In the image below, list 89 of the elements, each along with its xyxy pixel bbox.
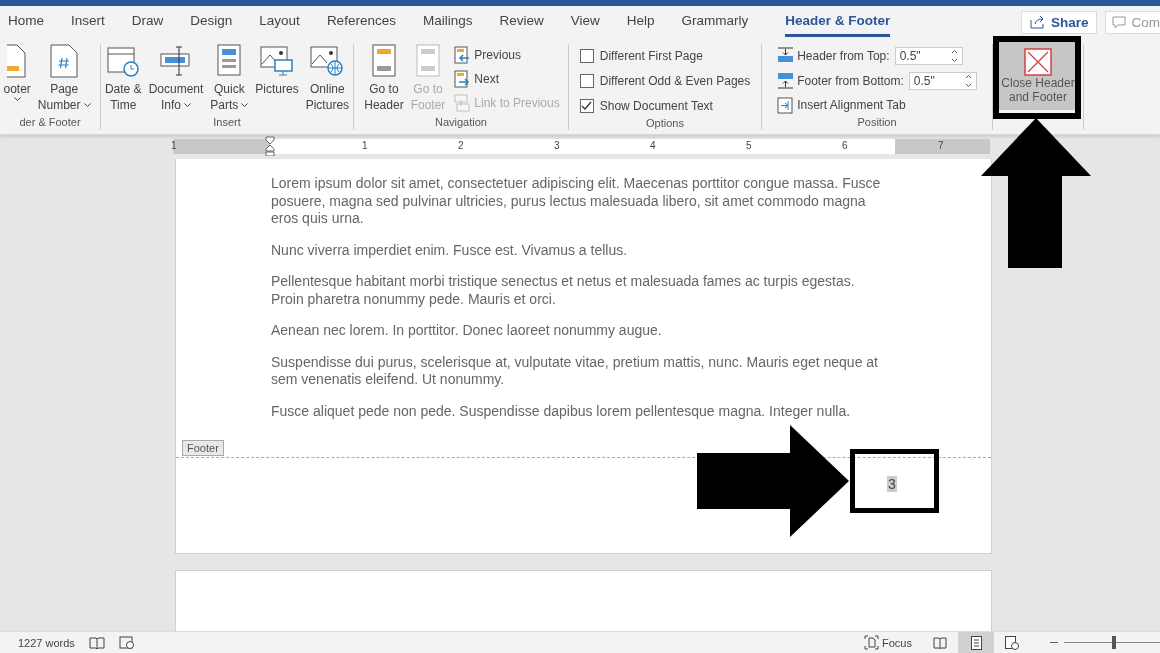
ribbon-tab[interactable]: Mailings: [422, 7, 484, 37]
ruler-number: 6: [842, 140, 848, 151]
ribbon-tab[interactable]: References: [326, 7, 407, 37]
ribbon-button[interactable]: Page Number: [35, 44, 93, 116]
ribbon-button[interactable]: Online Pictures: [303, 44, 352, 116]
picture-globe-icon: [310, 44, 345, 78]
body-paragraph: Pellentesque habitant morbi tristique senectus et netus et malesuada fames ac turpis egestas. Proin pharetra nonummy pede. Mauris et orci.: [271, 273, 856, 308]
ruler-number: 1: [362, 140, 368, 151]
share-icon: [1029, 15, 1046, 29]
body-paragraph: Suspendisse dui purus, scelerisque at, vulputate vitae, pretium mattis, nunc. Mauris eget neque at sem venenatis eleifend. Ut nonummy.: [271, 353, 879, 389]
spin-arrows-icon: [964, 73, 972, 88]
ribbon-button[interactable]: Next: [454, 68, 560, 90]
ribbon-button[interactable]: Previous: [454, 44, 560, 66]
checkbox[interactable]: Different Odd & Even Pages: [579, 69, 751, 92]
group-label: Position: [857, 116, 897, 130]
spin-arrows-icon: [950, 48, 958, 63]
web-page-icon: [1005, 635, 1019, 650]
ribbon-button[interactable]: Quick Parts: [208, 44, 251, 116]
page-section-icon: [371, 44, 396, 78]
picture-monitor-icon: [260, 44, 294, 78]
ribbon-button[interactable]: Document Info: [146, 44, 206, 116]
group-label: der & Footer: [19, 116, 81, 130]
body-paragraph: Lorem ipsum dolor sit amet, consectetuer adipiscing elit. Maecenas porttitor congue massa. Fusce posuere, magna sed pulvinar ultricies, purus lectus malesuada libero, sit amet commodo magna eros quis urna.: [271, 175, 882, 228]
spin-field[interactable]: 0.5": [894, 46, 963, 65]
page-number-icon: [49, 44, 80, 78]
body-paragraph: Fusce aliquet pede non pede. Suspendisse dapibus lorem pellentesque magna. Integer nulla.: [271, 402, 852, 420]
group-label: Navigation: [435, 116, 487, 130]
alignment-tab-icon: [777, 96, 794, 114]
indent-marker-icon[interactable]: [265, 136, 275, 156]
footer-tag: Footer: [182, 440, 224, 456]
page-section-icon: [416, 44, 440, 78]
ruler-number: 4: [650, 140, 656, 151]
next-icon: [454, 70, 471, 88]
ribbon-tab[interactable]: Draw: [131, 7, 175, 37]
ribbon-tab[interactable]: Review: [499, 7, 555, 37]
focus-icon: [864, 635, 880, 650]
calendar-clock-icon: [106, 44, 141, 78]
document-info-icon: [158, 44, 193, 78]
footer-position-icon: [777, 72, 795, 89]
ribbon-button[interactable]: Insert Alignment Tab: [777, 94, 906, 116]
field-label: Header from Top:: [797, 48, 890, 63]
ribbon-tab[interactable]: Help: [626, 7, 666, 37]
ruler-number: 2: [458, 140, 464, 151]
ribbon-button[interactable]: Date & Time: [102, 44, 144, 116]
close-header-footer-button[interactable]: Close Header and Footer: [999, 42, 1077, 110]
comment-icon: [1112, 15, 1127, 29]
page-icon: [970, 635, 982, 650]
link-pages-icon: [454, 94, 471, 112]
check-icon: [581, 100, 593, 111]
quick-parts-icon: [215, 44, 244, 78]
checkbox-box[interactable]: [579, 73, 594, 88]
ribbon-tab[interactable]: View: [570, 7, 611, 37]
word-count[interactable]: 1227 words: [18, 636, 75, 649]
close-icon: [1024, 48, 1052, 76]
ruler-number: 1: [171, 140, 177, 151]
zoom-slider[interactable]: [1064, 636, 1160, 649]
spin-field[interactable]: 0.5": [908, 71, 977, 90]
ribbon-tab[interactable]: Layout: [259, 7, 311, 37]
body-paragraph: Nunc viverra imperdiet enim. Fusce est. Vivamus a tellus.: [271, 241, 629, 259]
checkbox-box[interactable]: [579, 48, 594, 63]
view-button[interactable]: [958, 632, 994, 653]
body-paragraph: Aenean nec lorem. In porttitor. Donec laoreet nonummy augue.: [271, 322, 663, 340]
ribbon-tab[interactable]: Insert: [71, 7, 116, 37]
book-icon: [933, 636, 947, 649]
checkbox-label: Different Odd & Even Pages: [599, 73, 751, 88]
ruler-number: 3: [554, 140, 560, 151]
header-position-icon: [777, 47, 795, 64]
ribbon-button[interactable]: ooter: [1, 44, 33, 116]
field-label: Footer from Bottom:: [797, 73, 904, 88]
page-number: 3: [887, 476, 897, 492]
checkbox[interactable]: Different First Page: [579, 44, 703, 67]
ribbon-button[interactable]: Go to Header: [362, 44, 406, 116]
ruler-number: 7: [938, 140, 944, 151]
footer-icon: [7, 44, 28, 78]
ribbon-tab[interactable]: Grammarly: [681, 7, 760, 37]
focus-button[interactable]: Focus: [864, 635, 912, 650]
checkbox-label: Different First Page: [599, 48, 703, 63]
checkbox-label: Show Document Text: [599, 98, 713, 113]
checkbox[interactable]: Show Document Text: [579, 94, 713, 117]
ribbon-button[interactable]: Pictures: [253, 44, 301, 116]
previous-icon: [454, 46, 471, 64]
ribbon-tab[interactable]: Design: [190, 7, 244, 37]
group-label: Options: [646, 117, 684, 131]
ruler-number: 5: [746, 140, 752, 151]
zoom-thumb[interactable]: [1112, 636, 1116, 649]
ribbon-tab[interactable]: Home: [8, 7, 55, 37]
group-label: Insert: [213, 116, 241, 130]
checkbox-box[interactable]: [579, 98, 594, 113]
share-button[interactable]: Share: [1020, 10, 1098, 34]
